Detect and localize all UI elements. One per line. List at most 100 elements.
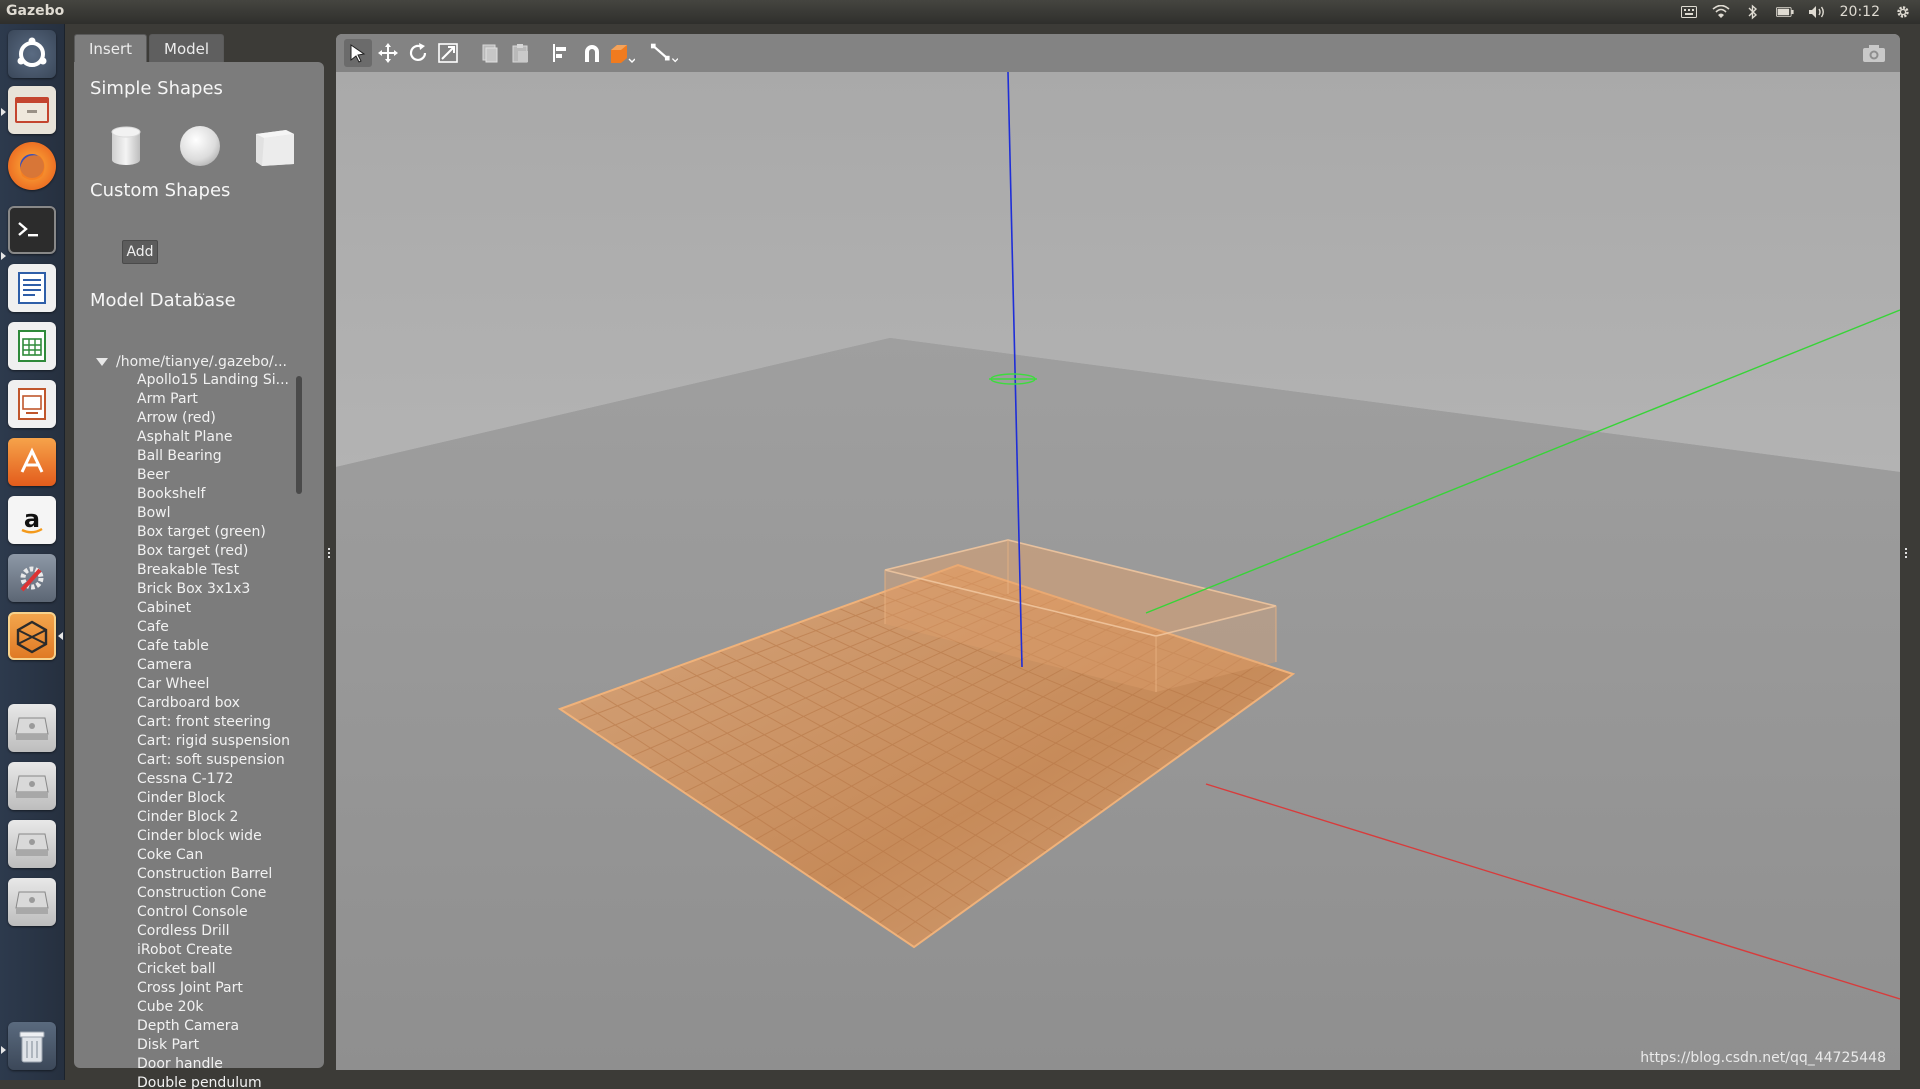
right-splitter-handle[interactable] — [1905, 548, 1911, 558]
app-title: Gazebo — [6, 3, 65, 19]
keyboard-icon[interactable] — [1680, 3, 1698, 21]
tab-insert[interactable]: Insert — [74, 34, 148, 62]
scene-viewport[interactable]: https://blog.csdn.net/qq_44725448 — [336, 34, 1900, 1070]
model-list-item[interactable]: iRobot Create — [137, 941, 312, 960]
copy-icon[interactable] — [476, 39, 504, 67]
model-list-item[interactable]: Bookshelf — [137, 485, 312, 504]
impress-icon[interactable] — [8, 380, 56, 428]
model-list-item[interactable]: Breakable Test — [137, 561, 312, 580]
model-list-item[interactable]: Construction Barrel — [137, 865, 312, 884]
bluetooth-icon[interactable] — [1744, 3, 1762, 21]
active-indicator — [58, 632, 63, 640]
ubuntu-dash-icon[interactable] — [8, 30, 56, 78]
model-list-item[interactable]: Depth Camera — [137, 1017, 312, 1036]
model-list-item[interactable]: Construction Cone — [137, 884, 312, 903]
insert-panel: Simple Shapes Custom Shapes Add ... Mode… — [74, 62, 324, 1089]
model-list-item[interactable]: Cabinet — [137, 599, 312, 618]
view-angle-icon[interactable] — [608, 39, 636, 67]
model-list-item[interactable]: Disk Part — [137, 1036, 312, 1055]
terminal-icon[interactable] — [8, 206, 56, 254]
volume-icon[interactable] — [1808, 3, 1826, 21]
model-list-item[interactable]: Cardboard box — [137, 694, 312, 713]
add-custom-shape-button[interactable]: Add — [122, 240, 158, 264]
sphere-shape-button[interactable] — [178, 124, 222, 168]
files-icon[interactable] — [8, 86, 56, 134]
model-list-item[interactable]: Apollo15 Landing Si... — [137, 371, 312, 390]
model-list-item[interactable]: Control Console — [137, 903, 312, 922]
system-settings-icon[interactable] — [8, 554, 56, 602]
scene-toolbar — [336, 34, 1900, 73]
model-list-item[interactable]: Cube 20k — [137, 998, 312, 1017]
amazon-icon[interactable]: a — [8, 496, 56, 544]
model-list-item[interactable]: Arrow (red) — [137, 409, 312, 428]
align-icon[interactable] — [548, 39, 576, 67]
model-list-item[interactable]: Cart: front steering — [137, 713, 312, 732]
model-list-item[interactable]: Bowl — [137, 504, 312, 523]
model-list-item[interactable]: Cross Joint Part — [137, 979, 312, 998]
calc-icon[interactable] — [8, 322, 56, 370]
system-tray: 20:12 — [1680, 2, 1912, 22]
model-list-item[interactable]: Asphalt Plane — [137, 428, 312, 447]
model-list: Apollo15 Landing Si... Arm Part Arrow (red… — [137, 371, 312, 1089]
simple-shapes-title: Simple Shapes — [90, 78, 223, 99]
model-list-item[interactable]: Door handle — [137, 1055, 312, 1074]
left-splitter-handle[interactable] — [328, 548, 334, 558]
model-list-item[interactable]: Cessna C-172 — [137, 770, 312, 789]
drive-icon[interactable] — [8, 820, 56, 868]
select-arrow-icon[interactable] — [344, 39, 372, 67]
rotate-icon[interactable] — [404, 39, 432, 67]
model-list-scrollbar[interactable] — [296, 376, 302, 494]
paste-icon[interactable] — [506, 39, 534, 67]
top-panel: Gazebo 20:12 — [0, 0, 1920, 24]
settings-gear-icon[interactable] — [1894, 3, 1912, 21]
svg-text:a: a — [24, 505, 40, 533]
translate-icon[interactable] — [374, 39, 402, 67]
trash-icon[interactable] — [8, 1022, 56, 1070]
model-list-item[interactable]: Cafe — [137, 618, 312, 637]
writer-icon[interactable] — [8, 264, 56, 312]
software-center-icon[interactable] — [8, 438, 56, 486]
model-list-item[interactable]: Arm Part — [137, 390, 312, 409]
battery-icon[interactable] — [1775, 3, 1794, 21]
tab-model[interactable]: Model — [149, 34, 225, 62]
model-path-node[interactable]: /home/tianye/.gazebo/... — [96, 354, 287, 370]
expand-arrow-icon[interactable] — [96, 358, 108, 366]
cylinder-shape-button[interactable] — [104, 124, 148, 168]
model-list-item[interactable]: Cricket ball — [137, 960, 312, 979]
cylinder-icon — [111, 126, 141, 165]
drive-icon[interactable] — [8, 704, 56, 752]
wifi-icon[interactable] — [1712, 3, 1730, 21]
gazebo-icon[interactable] — [8, 612, 56, 660]
custom-shapes-title: Custom Shapes — [90, 180, 231, 201]
drive-icon[interactable] — [8, 762, 56, 810]
snap-magnet-icon[interactable] — [578, 39, 606, 67]
model-list-item[interactable]: Brick Box 3x1x3 — [137, 580, 312, 599]
model-list-item[interactable]: Camera — [137, 656, 312, 675]
model-list-item[interactable]: Cinder Block — [137, 789, 312, 808]
box-shape-button[interactable] — [252, 124, 296, 168]
model-list-item[interactable]: Beer — [137, 466, 312, 485]
firefox-icon[interactable] — [8, 142, 56, 190]
model-list-item[interactable]: Coke Can — [137, 846, 312, 865]
model-list-item[interactable]: Car Wheel — [137, 675, 312, 694]
model-list-item[interactable]: Cinder block wide — [137, 827, 312, 846]
screenshot-icon[interactable] — [1860, 39, 1888, 67]
scene-3d-render[interactable] — [336, 72, 1900, 1070]
running-indicator — [1, 252, 6, 260]
drive-icon[interactable] — [8, 878, 56, 926]
model-list-item[interactable]: Cart: rigid suspension — [137, 732, 312, 751]
launcher: a — [0, 24, 65, 1080]
model-list-item[interactable]: Box target (green) — [137, 523, 312, 542]
model-list-item[interactable]: Cordless Drill — [137, 922, 312, 941]
model-list-item[interactable]: Cart: soft suspension — [137, 751, 312, 770]
model-list-item[interactable]: Cafe table — [137, 637, 312, 656]
model-list-item[interactable]: Cinder Block 2 — [137, 808, 312, 827]
model-list-item[interactable]: Double pendulum — [137, 1074, 312, 1089]
clock[interactable]: 20:12 — [1840, 4, 1880, 20]
scale-icon[interactable] — [434, 39, 462, 67]
model-list-item[interactable]: Box target (red) — [137, 542, 312, 561]
box-icon — [256, 130, 294, 166]
model-list-item[interactable]: Ball Bearing — [137, 447, 312, 466]
measure-line-icon[interactable] — [650, 39, 678, 67]
left-panel: Insert Model Simple Shapes Custom Shapes… — [74, 30, 324, 1089]
